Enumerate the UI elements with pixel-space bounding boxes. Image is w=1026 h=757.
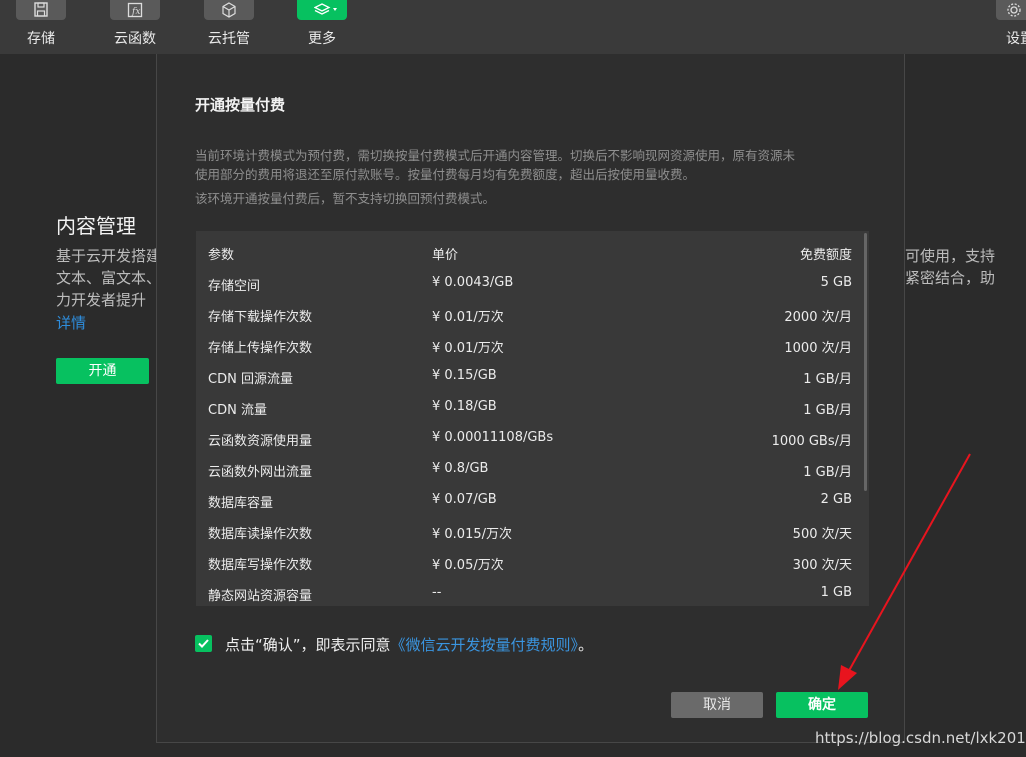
annotation-arrow-icon [838,453,971,690]
watermark: https://blog.csdn.net/lxk2017 [815,729,1026,747]
